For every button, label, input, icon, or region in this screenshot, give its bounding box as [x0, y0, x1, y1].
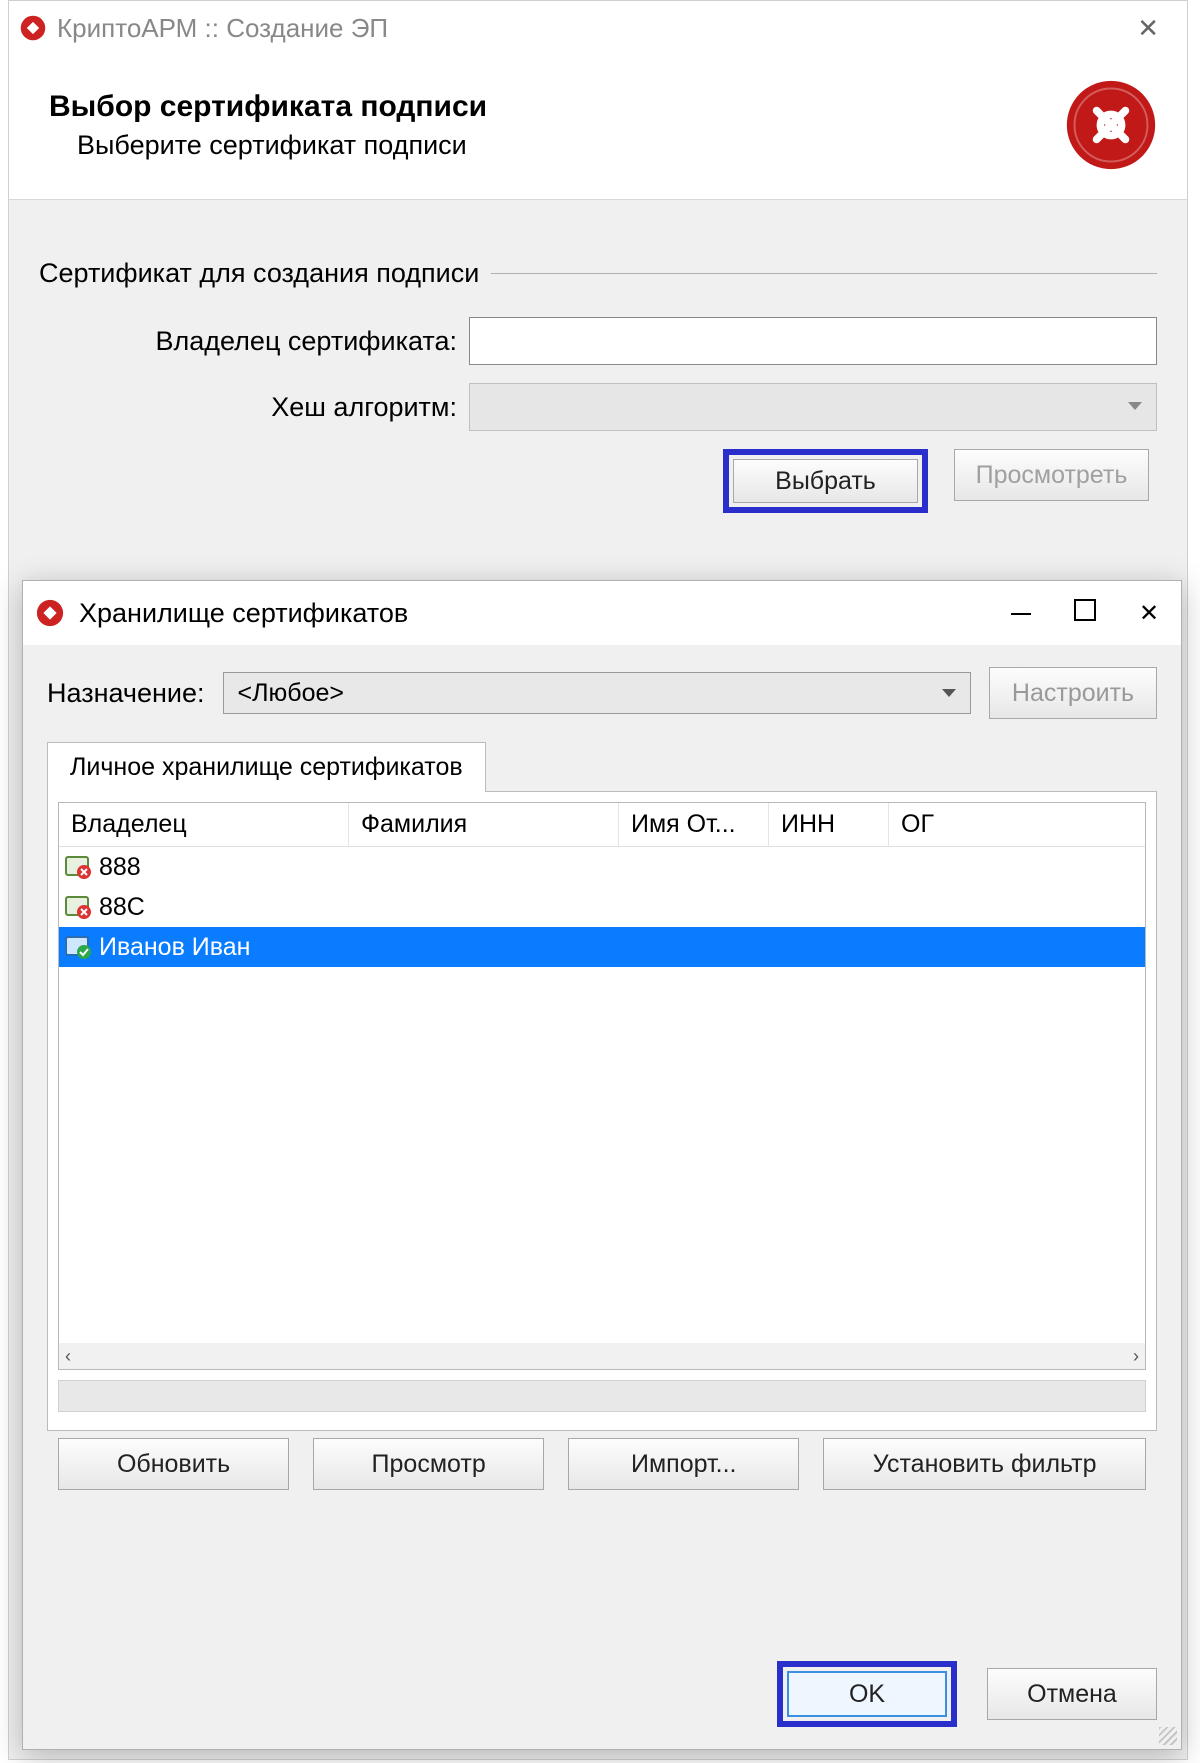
wizard-header-subtitle: Выберите сертификат подписи: [77, 130, 487, 161]
import-button[interactable]: Импорт...: [568, 1438, 799, 1490]
certificate-owner: 88C: [99, 893, 145, 922]
app-icon: [19, 14, 47, 42]
cert-store-dialog: Хранилище сертификатов Назначение: <Любо…: [22, 580, 1182, 1750]
purpose-select[interactable]: <Любое>: [223, 672, 971, 714]
scroll-left-icon[interactable]: ‹: [65, 1346, 71, 1367]
certificate-row[interactable]: Иванов Иван: [59, 927, 1145, 967]
maximize-button[interactable]: [1053, 583, 1117, 644]
certificate-row[interactable]: 88C: [59, 887, 1145, 927]
owner-label: Владелец сертификата:: [39, 326, 469, 357]
wizard-header-title: Выбор сертификата подписи: [49, 90, 487, 124]
horizontal-scrollbar[interactable]: ‹ ›: [59, 1343, 1145, 1369]
col-owner[interactable]: Владелец: [59, 803, 349, 846]
minimize-button[interactable]: [989, 583, 1053, 643]
cert-store-title: Хранилище сертификатов: [79, 598, 989, 629]
list-header: Владелец Фамилия Имя От... ИНН ОГ: [59, 803, 1145, 847]
certificate-list[interactable]: Владелец Фамилия Имя От... ИНН ОГ 888 88C…: [58, 802, 1146, 1370]
wizard-title: КриптоАРМ :: Создание ЭП: [57, 13, 1119, 44]
status-bar: [58, 1380, 1146, 1412]
fieldset-signing-cert: Сертификат для создания подписи: [39, 258, 479, 289]
purpose-value: <Любое>: [238, 679, 344, 708]
cert-store-titlebar: Хранилище сертификатов: [23, 581, 1181, 645]
col-name[interactable]: Имя От...: [619, 803, 769, 846]
wizard-titlebar: КриптоАРМ :: Создание ЭП ✕: [9, 1, 1187, 55]
view-button[interactable]: Просмотреть: [954, 449, 1149, 501]
configure-button[interactable]: Настроить: [989, 667, 1157, 719]
certificate-owner: Иванов Иван: [99, 933, 251, 962]
scroll-right-icon[interactable]: ›: [1133, 1346, 1139, 1367]
ok-button-highlight: OK: [777, 1661, 957, 1727]
hash-select[interactable]: [469, 383, 1157, 431]
certificate-row[interactable]: 888: [59, 847, 1145, 887]
refresh-button[interactable]: Обновить: [58, 1438, 289, 1490]
purpose-label: Назначение:: [47, 678, 205, 709]
resize-grip-icon[interactable]: [1159, 1727, 1177, 1745]
cancel-button[interactable]: Отмена: [987, 1668, 1157, 1720]
preview-button[interactable]: Просмотр: [313, 1438, 544, 1490]
ok-button[interactable]: OK: [787, 1671, 947, 1717]
tab-personal-store[interactable]: Личное хранилище сертификатов: [47, 742, 486, 792]
select-button[interactable]: Выбрать: [733, 459, 918, 503]
col-surname[interactable]: Фамилия: [349, 803, 619, 846]
set-filter-button[interactable]: Установить фильтр: [823, 1438, 1146, 1490]
divider: [491, 273, 1157, 274]
wizard-header: Выбор сертификата подписи Выберите серти…: [9, 55, 1187, 200]
tab-panel: Владелец Фамилия Имя От... ИНН ОГ 888 88C…: [47, 791, 1157, 1431]
col-ogrn[interactable]: ОГ: [889, 803, 959, 846]
wizard-close-button[interactable]: ✕: [1119, 9, 1177, 48]
col-inn[interactable]: ИНН: [769, 803, 889, 846]
certificate-owner: 888: [99, 853, 141, 882]
app-icon: [35, 598, 65, 628]
cryptoarm-logo-icon: [1063, 77, 1159, 173]
close-button[interactable]: [1117, 583, 1181, 644]
hash-label: Хеш алгоритм:: [39, 392, 469, 423]
owner-input[interactable]: [469, 317, 1157, 365]
select-button-highlight: Выбрать: [723, 449, 928, 513]
